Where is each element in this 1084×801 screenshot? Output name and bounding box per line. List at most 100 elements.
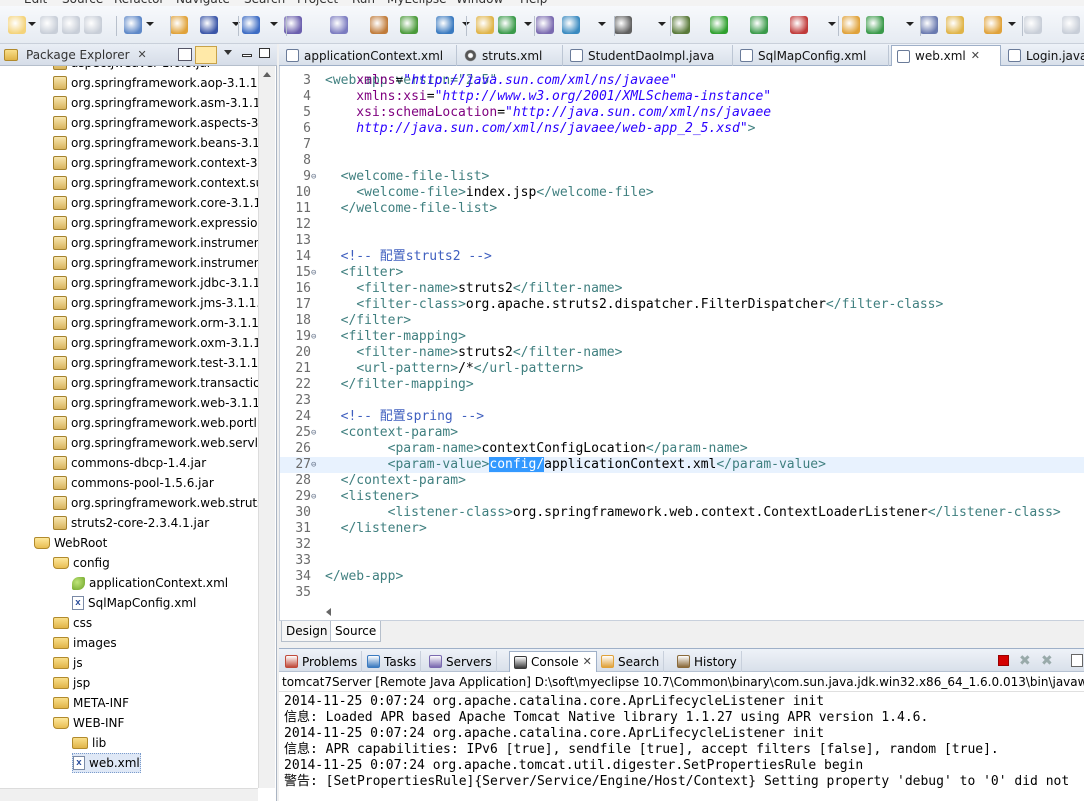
tree-item[interactable]: org.springframework.transactio [53,373,258,393]
open-browser-icon[interactable] [400,16,418,34]
debug-icon[interactable] [672,16,690,34]
tab-console[interactable]: Console ✕ [509,651,597,672]
new-project-icon[interactable] [124,16,142,34]
tab-problems[interactable]: Problems [281,651,363,672]
tree-item[interactable]: org.springframework.beans-3.1 [53,133,258,153]
tree-item[interactable]: jsp [53,673,90,693]
chevron-down-icon[interactable] [1008,22,1016,26]
scroll-left-arrow-icon[interactable] [326,608,331,616]
tree-item[interactable]: WEB-INF [53,713,124,733]
tree-item[interactable]: org.springframework.aspects-3 [53,113,258,133]
code-line[interactable]: 3 xmlns="http://java.sun.com/xml/ns/java… [280,73,1084,89]
editor-tab[interactable]: Login.java [1003,45,1084,66]
code-line[interactable]: 9 ⊖ <welcome-file-list> [280,169,1084,185]
code-line[interactable]: 21 <url-pattern>/*</url-pattern> [280,361,1084,377]
code-line[interactable]: 12 [280,217,1084,233]
tab-history[interactable]: History [673,651,742,672]
globe-icon[interactable] [436,16,454,34]
code-line[interactable]: 26 <param-name>contextConfigLocation</pa… [280,441,1084,457]
tree-item[interactable]: org.springframework.core-3.1.1 [53,193,258,213]
tree-item[interactable]: aspectjweaver-1.6.8.jar [53,66,212,73]
fold-toggle-icon[interactable]: ⊖ [311,457,320,473]
code-line[interactable]: 28 </context-param> [280,473,1084,489]
chevron-down-icon[interactable] [146,22,154,26]
tree-item[interactable]: org.springframework.context-3. [53,153,258,173]
open-folder-icon[interactable] [476,16,494,34]
code-line[interactable]: 16 <filter-name>struts2</filter-name> [280,281,1084,297]
chevron-down-icon[interactable] [270,22,278,26]
tab-design[interactable]: Design [281,621,333,642]
tree-item[interactable]: lib [72,733,106,753]
tree-item[interactable]: META-INF [53,693,129,713]
code-line[interactable]: 6 http://java.sun.com/xml/ns/javaee/web-… [280,121,1084,137]
forward-icon[interactable] [1062,16,1080,34]
view-menu-icon[interactable] [224,50,232,55]
new-interface-icon[interactable] [866,16,884,34]
tree-item[interactable]: css [53,613,92,633]
tab-search[interactable]: Search [597,651,665,672]
chevron-down-icon[interactable] [906,22,914,26]
link-editor-icon[interactable] [195,46,217,64]
open-resource-icon[interactable] [200,16,218,34]
editor-tab[interactable]: applicationContext.xml [281,45,457,66]
tree-item[interactable]: org.springframework.jdbc-3.1.1 [53,273,258,293]
fold-toggle-icon[interactable]: ⊖ [311,169,320,185]
code-line[interactable]: 35 [280,585,1084,601]
code-editor[interactable]: <web-app version="2.5" 3 xmlns="http://j… [279,66,1084,620]
code-line[interactable]: 23 [280,393,1084,409]
tree-item[interactable]: WebRoot [34,533,107,553]
code-line[interactable]: 24 <!-- 配置spring --> [280,409,1084,425]
terminate-icon[interactable] [998,655,1009,666]
code-line[interactable]: 5 xsi:schemaLocation="http://java.sun.co… [280,105,1084,121]
run-history-icon[interactable] [750,16,768,34]
tree-item[interactable]: org.springframework.aop-3.1.1 [53,73,257,93]
code-line[interactable]: 7 [280,137,1084,153]
code-line[interactable]: 19 ⊖ <filter-mapping> [280,329,1084,345]
code-line[interactable]: 32 [280,537,1084,553]
code-line[interactable]: 18 </filter> [280,313,1084,329]
tree-item[interactable]: js [53,653,83,673]
camera-icon[interactable] [614,16,632,34]
tree-vertical-scrollbar[interactable] [258,66,275,788]
code-line[interactable]: 27 ⊖ <param-value>config/applicationConte… [280,457,1084,473]
run-server-icon[interactable] [370,16,388,34]
maximize-icon[interactable] [259,48,270,58]
console-output[interactable]: 2014-11-25 0:07:24 org.apache.catalina.c… [279,692,1084,801]
close-icon[interactable]: ✕ [138,44,147,66]
code-line[interactable]: 31 </listener> [280,521,1084,537]
code-line[interactable]: 11 </welcome-file-list> [280,201,1084,217]
tree-item[interactable]: commons-pool-1.5.6.jar [53,473,214,493]
server-icon[interactable] [330,16,348,34]
tree-item[interactable]: images [53,633,117,653]
back-icon[interactable] [1024,16,1042,34]
tree-item[interactable]: org.springframework.oxm-3.1.1 [53,333,258,353]
tree-item[interactable]: org.springframework.expressio [53,213,257,233]
tree-item[interactable]: org.springframework.jms-3.1.1. [53,293,258,313]
scroll-up-arrow-icon[interactable] [263,72,271,77]
fold-toggle-icon[interactable]: ⊖ [311,489,320,505]
run-icon[interactable] [710,16,728,34]
annotation-icon[interactable] [946,16,964,34]
chevron-down-icon[interactable] [524,22,532,26]
chevron-down-icon[interactable] [658,22,666,26]
tab-servers[interactable]: Servers [425,651,497,672]
tree-item[interactable]: applicationContext.xml [72,573,228,593]
editor-horizontal-scrollbar[interactable] [280,604,1084,620]
code-line[interactable]: 34 </web-app> [280,569,1084,585]
open-perspective-icon[interactable] [920,16,938,34]
editor-tab[interactable]: SqlMapConfig.xml [735,45,889,66]
code-line[interactable]: 17 <filter-class>org.apache.struts2.disp… [280,297,1084,313]
tab-source[interactable]: Source [330,621,382,642]
code-line[interactable]: 10 <welcome-file>index.jsp</welcome-file… [280,185,1084,201]
tree-item-selected[interactable]: Xweb.xml [72,753,141,773]
save-all-icon[interactable] [62,16,80,34]
code-line[interactable]: 13 [280,233,1084,249]
chevron-down-icon[interactable] [598,22,606,26]
tree-item[interactable]: org.springframework.test-3.1.1. [53,353,258,373]
tree-horizontal-scrollbar[interactable] [0,788,258,801]
search-toolbar-icon[interactable] [242,16,260,34]
tree-item[interactable]: org.springframework.instrumen [53,233,258,253]
code-line[interactable]: 4 xmlns:xsi="http://www.w3.org/2001/XMLS… [280,89,1084,105]
code-line[interactable]: 8 [280,153,1084,169]
tree-item[interactable]: org.springframework.web.servl [53,433,258,453]
